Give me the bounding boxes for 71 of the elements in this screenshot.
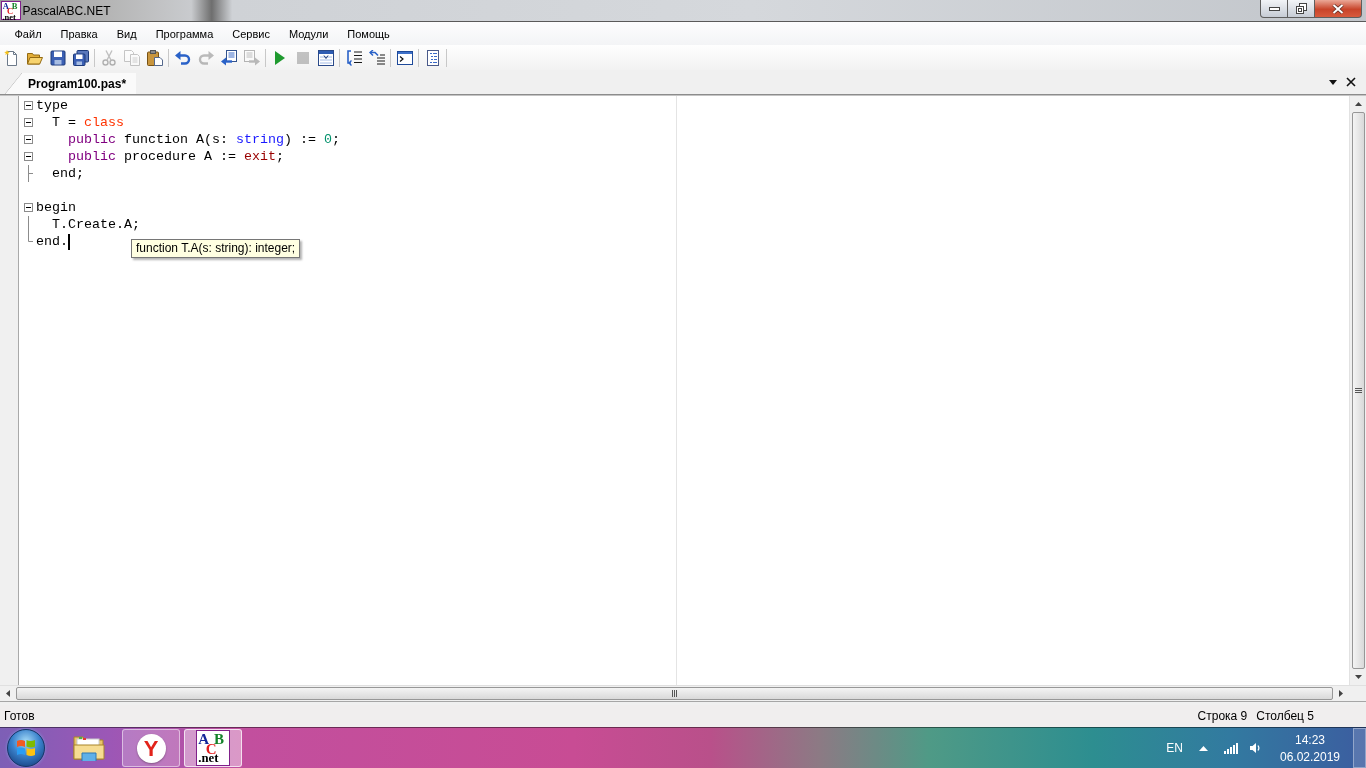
arrow-lines-icon[interactable] <box>368 49 385 66</box>
tooltip: function T.A(s: string): integer; <box>131 239 301 258</box>
console-icon[interactable] <box>396 49 413 66</box>
clipboard-icon[interactable] <box>146 49 163 66</box>
fold-line-icon <box>28 216 29 233</box>
undo-icon[interactable] <box>174 49 191 66</box>
close-icon <box>1332 3 1344 14</box>
app-logo: A B C .net <box>1 0 21 21</box>
fold-box-icon[interactable] <box>24 135 33 144</box>
flag-icon <box>16 739 36 757</box>
app-logo: A B C .net <box>195 730 231 766</box>
file-tab[interactable]: Program100.pas* <box>5 73 137 94</box>
close-button[interactable] <box>1315 0 1362 18</box>
menu-item[interactable]: Файл <box>5 22 52 45</box>
new-file-icon[interactable] <box>3 49 20 66</box>
menu-item[interactable]: Модули <box>279 22 338 45</box>
window-title: PascalABC.NET <box>22 3 111 18</box>
scrollbar-thumb[interactable] <box>1351 112 1365 669</box>
code-line: public function A(s: string) := 0; <box>68 131 340 148</box>
fold-box-icon[interactable] <box>24 152 33 161</box>
menu-item[interactable]: Вид <box>107 22 147 45</box>
restore-button[interactable] <box>1288 0 1315 18</box>
fold-box-icon[interactable] <box>24 203 33 212</box>
code-line: type <box>36 97 68 114</box>
bracket-lines-icon[interactable] <box>345 49 362 66</box>
menu-item[interactable]: Программа <box>146 22 223 45</box>
scroll-down-icon[interactable] <box>1354 675 1362 679</box>
code-line: end. <box>36 233 68 250</box>
column-indicator: Столбец 5 <box>1256 709 1314 723</box>
browser-logo: Y <box>136 733 166 763</box>
scroll-right-icon[interactable] <box>1339 690 1343 697</box>
code-line: begin <box>36 199 76 216</box>
status-message: Готов <box>4 709 35 723</box>
dotted-window-icon[interactable] <box>317 49 334 66</box>
code-line: T.Create.A; <box>52 216 140 233</box>
fold-box-icon[interactable] <box>24 101 33 110</box>
close-icon[interactable] <box>1346 77 1356 87</box>
vertical-scrollbar[interactable] <box>1349 96 1366 685</box>
start-button[interactable] <box>7 729 45 767</box>
fold-branch-icon <box>28 165 33 182</box>
scrollbar-thumb[interactable] <box>16 687 1333 700</box>
code-line: public procedure A := exit; <box>68 148 284 165</box>
fold-box-icon[interactable] <box>24 118 33 127</box>
fold-end-icon <box>28 233 33 242</box>
speaker-icon[interactable] <box>1250 742 1261 754</box>
clock-date[interactable]: 06.02.2019 <box>1279 749 1341 764</box>
code-editor[interactable]: type T = class public function A(s: string) := 0; public procedure A := exit; end; begin T.Create.A; end. function T.A(s: string): integer; <box>19 96 1349 685</box>
list-document-icon[interactable] <box>424 49 441 66</box>
document-arrow-icon[interactable] <box>220 49 237 66</box>
taskbar-button[interactable]: Y <box>122 729 180 767</box>
minimize-icon <box>1268 6 1280 11</box>
scroll-up-icon[interactable] <box>1354 102 1362 106</box>
folder-icon <box>73 734 105 762</box>
code-line: end; <box>52 165 84 182</box>
menu-item[interactable]: Правка <box>51 22 108 45</box>
restore-icon <box>1295 3 1307 14</box>
up-arrow-icon[interactable] <box>1199 745 1208 751</box>
dropdown-arrow-icon[interactable] <box>1329 79 1337 85</box>
floppy-disks-icon[interactable] <box>72 49 89 66</box>
code-line: T = class <box>52 114 124 131</box>
clock-time[interactable]: 14:23 <box>1295 732 1325 747</box>
taskbar-button[interactable]: A B C .net <box>184 729 242 767</box>
menu-item[interactable]: Помощь <box>337 22 400 45</box>
grip-icon <box>671 690 678 697</box>
menu-item[interactable]: Сервис <box>222 22 280 45</box>
signal-bars-icon[interactable] <box>1224 742 1238 754</box>
line-indicator: Строка 9 <box>1197 709 1248 723</box>
grip-icon <box>1354 387 1362 394</box>
minimize-button[interactable] <box>1260 0 1288 18</box>
scroll-left-icon[interactable] <box>6 690 10 697</box>
language-indicator[interactable]: EN <box>1166 741 1183 755</box>
